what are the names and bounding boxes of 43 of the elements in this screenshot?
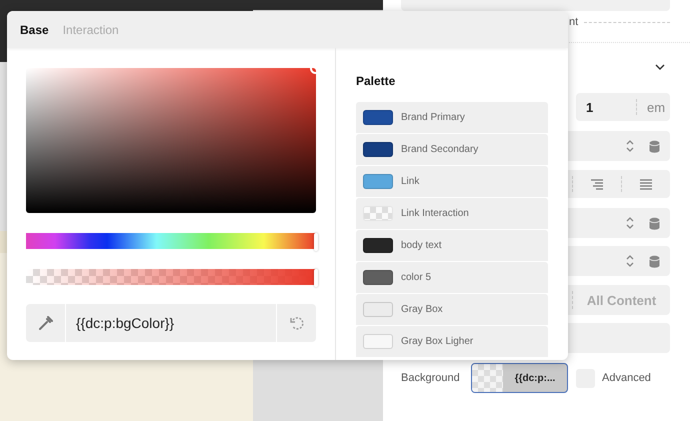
color-name: Gray Box [401,304,443,315]
align-right-icon [591,178,603,190]
align-justify-icon [640,178,652,190]
chevron-down-icon[interactable] [655,64,665,70]
size-field[interactable]: 1 em [576,93,670,121]
palette-item[interactable]: Gray Box [356,294,548,326]
advanced-label: Advanced [602,372,651,384]
slider-thumb[interactable] [314,233,318,251]
background-field[interactable]: {{dc:p:... [471,363,568,393]
palette-heading: Palette [356,74,396,88]
database-icon [649,140,660,152]
opacity-slider[interactable] [26,269,316,285]
color-name: Brand Secondary [401,144,478,155]
palette-item[interactable]: Brand Primary [356,102,548,134]
color-name: body text [401,240,442,251]
slider-thumb[interactable] [314,269,318,287]
reset-icon [290,316,304,330]
updown-icon [625,216,635,230]
palette-item[interactable]: body text [356,230,548,262]
database-icon [649,216,660,230]
updown-icon [625,254,635,268]
color-name: Link [401,176,420,187]
eyedropper-button[interactable] [26,304,65,342]
background-label: Background [401,372,461,384]
color-name: Brand Primary [401,112,465,123]
palette-item[interactable]: color 5 [356,262,548,294]
palette-item[interactable]: Gray Box Ligher [356,326,548,358]
palette-item[interactable]: Link Interaction [356,198,548,230]
transparent-swatch-icon [472,364,503,392]
unit-label: em [646,100,666,114]
palette-item[interactable]: Link [356,166,548,198]
database-icon [649,254,660,268]
color-name: Gray Box Ligher [401,336,474,347]
hue-slider[interactable] [26,233,316,249]
updown-icon [625,139,635,153]
palette-item[interactable]: Brand Secondary [356,134,548,166]
tab[interactable]: Base [20,22,49,36]
eyedropper-icon [38,316,52,330]
field-label: nt [569,16,578,28]
color-value-field[interactable]: {{dc:p:bgColor}} [66,304,276,342]
color-name: Link Interaction [401,208,469,219]
color-name: color 5 [401,272,432,283]
color-swatch [363,206,393,221]
